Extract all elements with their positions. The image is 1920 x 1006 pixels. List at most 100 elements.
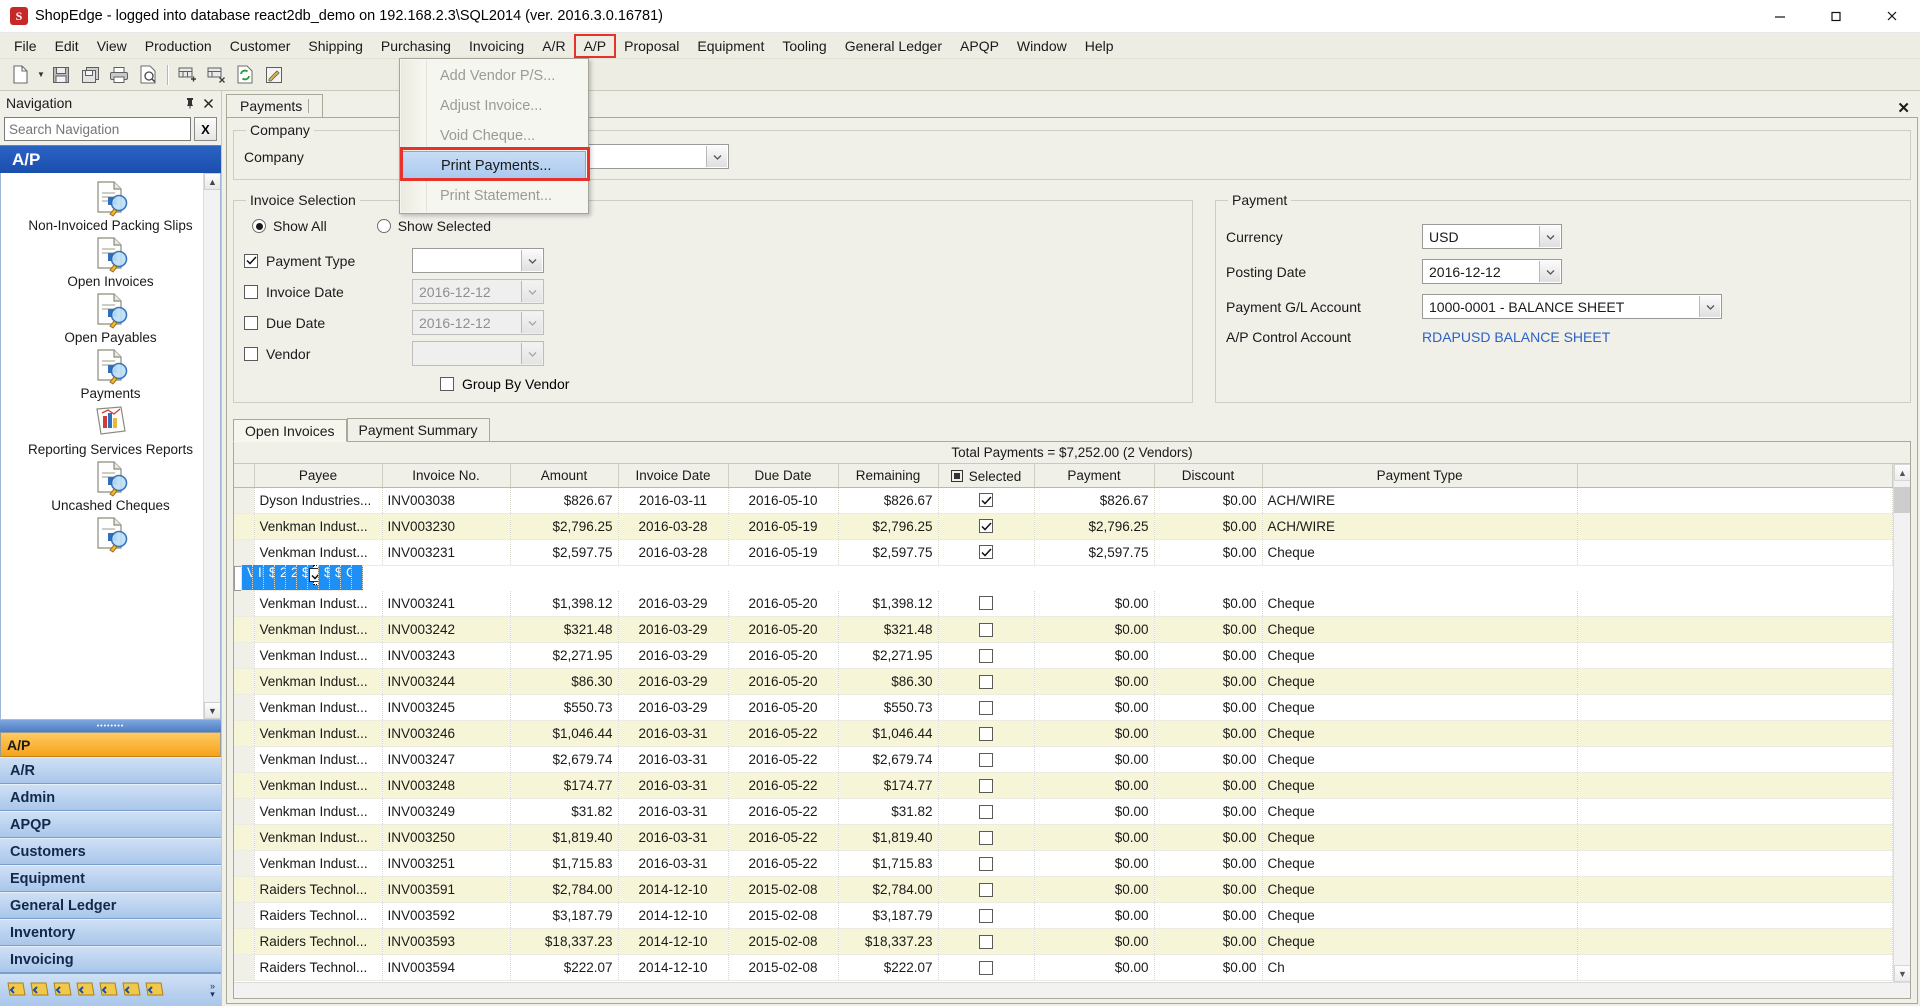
menu-view[interactable]: View — [88, 35, 136, 57]
tab-payment-summary[interactable]: Payment Summary — [346, 418, 490, 441]
nav-group-inventory[interactable]: Inventory — [0, 919, 221, 946]
row-indicator[interactable] — [234, 902, 255, 929]
row-indicator[interactable] — [234, 694, 255, 721]
chevron-down-icon[interactable] — [521, 281, 542, 302]
col-due-date[interactable]: Due Date — [728, 464, 839, 488]
menu-window[interactable]: Window — [1008, 35, 1076, 57]
row-indicator[interactable] — [234, 772, 255, 799]
row-indicator[interactable] — [234, 487, 255, 514]
checkbox-row-selected[interactable] — [979, 856, 993, 871]
filter-due-date-label[interactable]: Due Date — [244, 315, 412, 331]
table-row[interactable]: Venkman Indust... INV003245 $550.73 2016-03… — [234, 694, 1893, 721]
col-payee[interactable]: Payee — [254, 464, 383, 488]
menu-equipment[interactable]: Equipment — [688, 35, 773, 57]
nav-group-equipment[interactable]: Equipment — [0, 865, 221, 892]
checkbox-row-selected[interactable] — [979, 622, 993, 637]
checkbox-row-selected[interactable] — [979, 830, 993, 845]
chevron-down-icon[interactable] — [1539, 261, 1560, 282]
table-row[interactable]: Venkman Indust... INV003251 $1,715.83 2016-… — [234, 850, 1893, 877]
menu-shipping[interactable]: Shipping — [299, 35, 372, 57]
col-amount[interactable]: Amount — [510, 464, 619, 488]
table-row[interactable]: Venkman Indust... INV003244 $86.30 2016-03-… — [234, 668, 1893, 695]
more-buttons-icon[interactable]: » ▾ — [210, 982, 215, 999]
payment-type-combobox[interactable] — [412, 248, 544, 273]
nav-scrollbar[interactable]: ▲ ▼ — [203, 173, 220, 719]
cell-selected[interactable] — [938, 694, 1035, 721]
checkbox-payment-type[interactable] — [244, 253, 258, 268]
row-indicator[interactable] — [234, 876, 255, 903]
checkbox-row-selected[interactable] — [979, 960, 993, 975]
scroll-up-icon[interactable]: ▲ — [1894, 464, 1910, 481]
table-row[interactable]: Raiders Technol... INV003593 $18,337.23 201… — [234, 928, 1893, 955]
checkbox-row-selected[interactable] — [979, 519, 993, 533]
checkbox-row-selected[interactable] — [979, 674, 993, 689]
cell-selected[interactable] — [938, 850, 1035, 877]
row-indicator[interactable] — [234, 928, 255, 955]
radio-show-selected[interactable]: Show Selected — [376, 218, 491, 234]
nav-tray-icon[interactable] — [98, 980, 119, 1000]
nav-group-customers[interactable]: Customers — [0, 838, 221, 865]
filter-vendor-label[interactable]: Vendor — [244, 346, 412, 362]
row-indicator[interactable] — [234, 513, 255, 540]
table-row[interactable]: Venkman Indust... INV003250 $1,819.40 2016-… — [234, 824, 1893, 851]
minimize-icon[interactable] — [1752, 0, 1808, 33]
scroll-down-icon[interactable]: ▼ — [204, 702, 220, 719]
cell-selected[interactable] — [938, 876, 1035, 903]
tab-payments[interactable]: Payments — [226, 94, 324, 117]
save-all-icon[interactable] — [76, 62, 104, 88]
cell-selected[interactable] — [938, 902, 1035, 929]
cell-selected[interactable] — [938, 746, 1035, 773]
chevron-down-icon[interactable] — [706, 146, 727, 167]
nav-group-ar[interactable]: A/R — [0, 757, 221, 784]
cell-selected[interactable] — [938, 539, 1035, 566]
checkbox-group-by-vendor[interactable] — [440, 377, 454, 391]
menu-item-adjust-invoice[interactable]: Adjust Invoice... — [400, 91, 588, 121]
delete-record-icon[interactable] — [202, 62, 230, 88]
menu-purchasing[interactable]: Purchasing — [372, 35, 460, 57]
row-indicator[interactable] — [234, 746, 255, 773]
cell-selected[interactable] — [938, 772, 1035, 799]
cell-selected[interactable] — [938, 824, 1035, 851]
col-invoice-no[interactable]: Invoice No. — [382, 464, 511, 488]
table-row[interactable]: Venkman Indust... INV003248 $174.77 2016-03… — [234, 772, 1893, 799]
table-row[interactable]: Venkman Indust... INV003230 $2,796.25 2016-… — [234, 513, 1893, 540]
menu-invoicing[interactable]: Invoicing — [460, 35, 533, 57]
table-row[interactable]: Raiders Technol... INV003594 $222.07 2014-1… — [234, 954, 1893, 981]
due-date-picker[interactable]: 2016-12-12 — [412, 310, 544, 335]
invoice-date-picker[interactable]: 2016-12-12 — [412, 279, 544, 304]
nav-tray-icon[interactable] — [144, 980, 165, 1000]
menu-file[interactable]: File — [5, 35, 46, 57]
cell-selected[interactable] — [938, 642, 1035, 669]
grid-horizontal-scrollbar[interactable] — [234, 982, 1910, 998]
save-icon[interactable] — [47, 62, 75, 88]
col-discount[interactable]: Discount — [1154, 464, 1263, 488]
row-indicator[interactable] — [234, 720, 255, 747]
table-row[interactable]: Raiders Technol... INV003592 $3,187.79 2014… — [234, 902, 1893, 929]
nav-tray-icon[interactable] — [121, 980, 142, 1000]
ap-control-account-value[interactable]: RDAPUSD BALANCE SHEET — [1422, 329, 1610, 345]
posting-date-picker[interactable]: 2016-12-12 — [1422, 259, 1562, 284]
maximize-icon[interactable] — [1808, 0, 1864, 33]
checkbox-row-selected[interactable] — [979, 545, 993, 559]
checkbox-due-date[interactable] — [244, 315, 258, 330]
radio-show-all[interactable]: Show All — [252, 218, 327, 234]
table-row[interactable]: Venkman Indust... INV003249 $31.82 2016-03-… — [234, 798, 1893, 825]
row-indicator[interactable] — [234, 590, 255, 617]
row-indicator[interactable] — [234, 824, 255, 851]
checkbox-row-selected[interactable] — [979, 934, 993, 949]
table-row[interactable]: Venkman Indust... INV003247 $2,679.74 2016-… — [234, 746, 1893, 773]
close-icon[interactable] — [1864, 0, 1920, 33]
menu-general-ledger[interactable]: General Ledger — [836, 35, 951, 57]
sidebar-item-payments[interactable]: Payments — [1, 347, 220, 401]
row-indicator[interactable] — [234, 798, 255, 825]
sidebar-item-partial[interactable] — [1, 515, 220, 554]
checkbox-row-selected[interactable] — [979, 804, 993, 819]
menu-apqp[interactable]: APQP — [951, 35, 1008, 57]
search-input[interactable] — [4, 117, 191, 141]
vendor-combobox[interactable] — [412, 341, 544, 366]
table-row[interactable]: Raiders Technol... INV003591 $2,784.00 2014… — [234, 876, 1893, 903]
new-document-icon[interactable] — [6, 62, 34, 88]
chevron-down-icon[interactable] — [1699, 296, 1720, 317]
row-indicator[interactable] — [234, 954, 255, 981]
checkbox-row-selected[interactable] — [979, 752, 993, 767]
